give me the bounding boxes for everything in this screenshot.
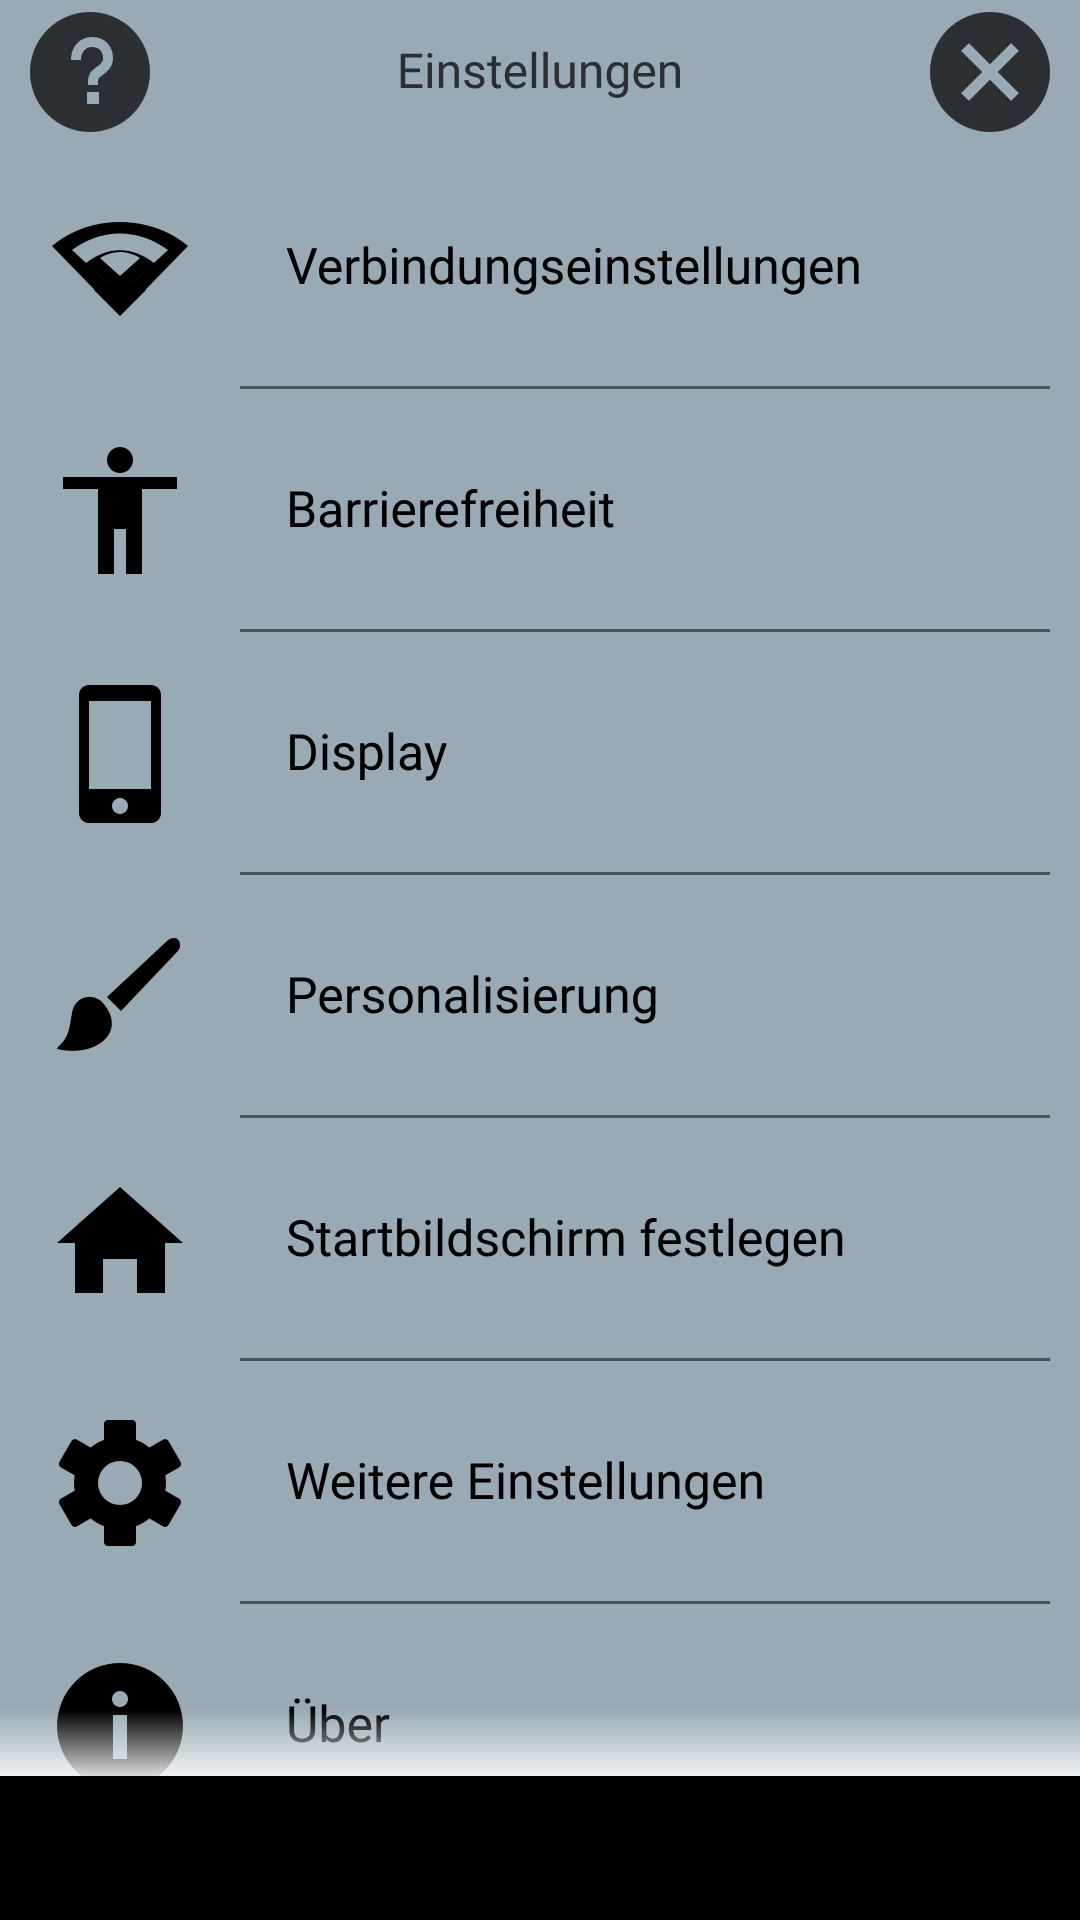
gear-icon <box>50 1413 190 1553</box>
menu-item-label: Startbildschirm festlegen <box>286 1210 846 1269</box>
page-title: Einstellungen <box>396 43 684 100</box>
scroll-fade-overlay <box>0 1710 1080 1776</box>
system-navigation-bar <box>0 1776 1080 1920</box>
smartphone-icon <box>50 684 190 824</box>
menu-item-display[interactable]: Display <box>0 632 1080 875</box>
close-button[interactable] <box>930 12 1050 132</box>
menu-item-label: Weitere Einstellungen <box>286 1453 766 1512</box>
brush-icon <box>50 927 190 1067</box>
menu-item-label: Display <box>286 724 448 783</box>
menu-item-personalization[interactable]: Personalisierung <box>0 875 1080 1118</box>
menu-item-set-home-screen[interactable]: Startbildschirm festlegen <box>0 1118 1080 1361</box>
settings-menu: Verbindungseinstellungen Barrierefreihei… <box>0 146 1080 1776</box>
menu-item-label: Barrierefreiheit <box>286 481 616 540</box>
close-icon <box>961 43 1019 101</box>
menu-item-more-settings[interactable]: Weitere Einstellungen <box>0 1361 1080 1604</box>
menu-item-connection-settings[interactable]: Verbindungseinstellungen <box>0 146 1080 389</box>
header: Einstellungen <box>0 0 1080 146</box>
menu-item-label: Verbindungseinstellungen <box>286 238 862 297</box>
menu-item-label: Personalisierung <box>286 967 659 1026</box>
settings-screen: Einstellungen Verbindungseinstellungen B… <box>0 0 1080 1776</box>
wifi-icon <box>50 198 190 338</box>
home-icon <box>50 1170 190 1310</box>
menu-item-accessibility[interactable]: Barrierefreiheit <box>0 389 1080 632</box>
accessibility-icon <box>50 441 190 581</box>
